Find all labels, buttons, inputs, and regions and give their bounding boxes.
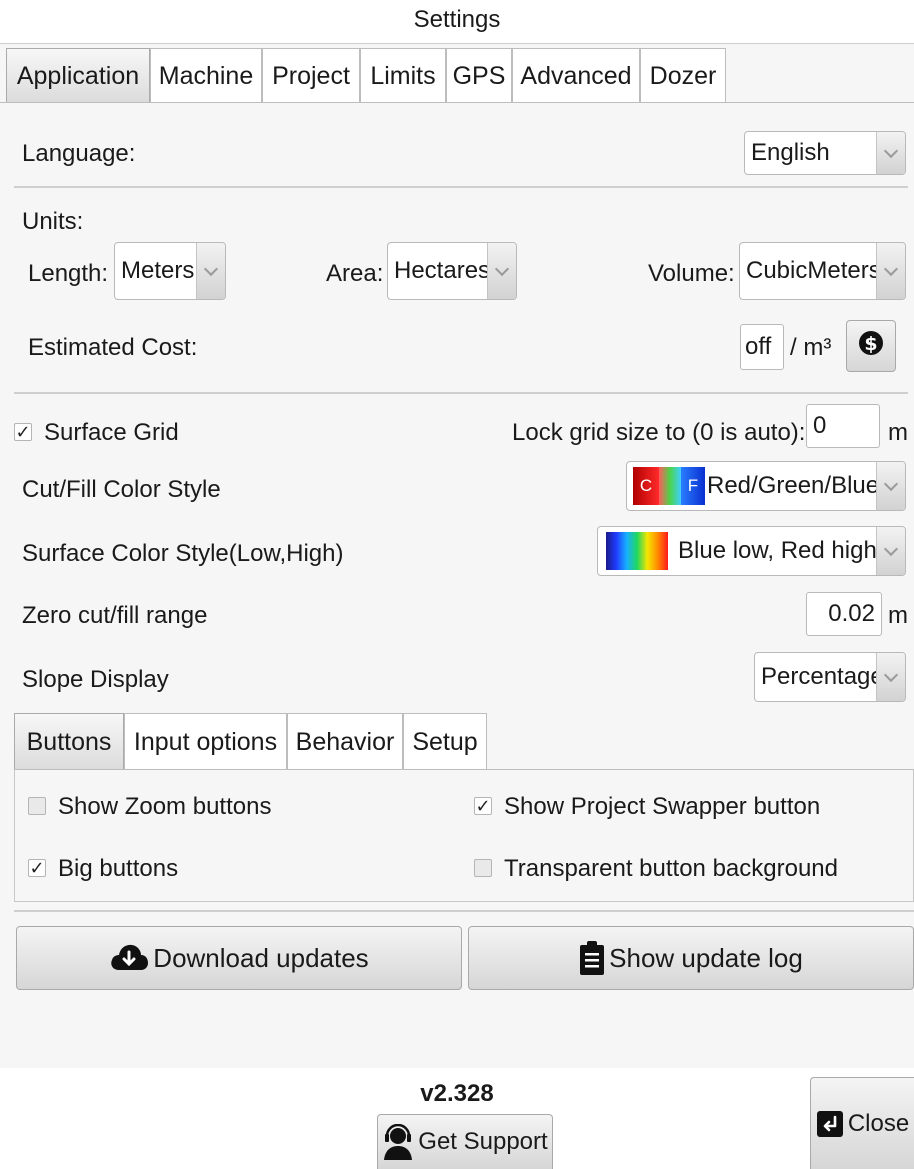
lock-grid-label: Lock grid size to (0 is auto): (512, 419, 806, 446)
cutfill-style-label: Cut/Fill Color Style (22, 476, 221, 503)
tab-bar-divider (0, 102, 914, 103)
currency-icon: $ (857, 329, 885, 364)
divider (14, 910, 914, 912)
surface-grid-label: Surface Grid (44, 419, 179, 446)
show-swapper-checkbox[interactable]: ✓ (474, 797, 492, 815)
volume-label: Volume: (648, 260, 735, 287)
chevron-down-icon (876, 243, 905, 299)
cutfill-swatch: C F (633, 467, 705, 505)
chevron-down-icon (196, 243, 225, 299)
transparent-bg-checkbox[interactable] (474, 859, 492, 877)
units-heading: Units: (22, 208, 84, 235)
chevron-down-icon (876, 462, 905, 510)
chevron-down-icon (876, 132, 905, 174)
chevron-down-icon (487, 243, 516, 299)
download-updates-button[interactable]: Download updates (16, 926, 462, 990)
subtab-buttons[interactable]: Buttons (14, 713, 124, 769)
divider (14, 392, 908, 394)
language-select[interactable]: English (744, 131, 906, 175)
settings-panel: Application Machine Project Limits GPS A… (0, 43, 914, 1068)
tab-application[interactable]: Application (6, 48, 150, 102)
subtab-setup[interactable]: Setup (403, 713, 487, 769)
download-updates-label: Download updates (153, 942, 369, 973)
support-agent-icon (382, 1124, 414, 1160)
big-buttons-label: Big buttons (58, 855, 179, 882)
show-zoom-label: Show Zoom buttons (58, 793, 272, 820)
cloud-download-icon (109, 942, 149, 974)
currency-button[interactable]: $ (846, 320, 896, 372)
area-label: Area: (326, 260, 384, 287)
zero-range-input[interactable]: 0.02 (806, 592, 882, 636)
transparent-bg-label: Transparent button background (504, 855, 838, 882)
tab-dozer[interactable]: Dozer (640, 48, 726, 102)
slope-display-label: Slope Display (22, 666, 169, 693)
clipboard-list-icon (579, 940, 605, 976)
surface-gradient-swatch (606, 532, 668, 570)
surface-style-label: Surface Color Style(Low,High) (22, 540, 344, 567)
area-select[interactable]: Hectares (387, 242, 517, 300)
zero-range-label: Zero cut/fill range (22, 602, 208, 629)
tab-machine[interactable]: Machine (150, 48, 262, 102)
length-value: Meters (121, 257, 195, 284)
subtab-behavior[interactable]: Behavior (287, 713, 403, 769)
length-select[interactable]: Meters (114, 242, 226, 300)
show-update-log-label: Show update log (609, 942, 803, 973)
show-zoom-checkbox[interactable] (28, 797, 46, 815)
subtab-input-options[interactable]: Input options (124, 713, 287, 769)
surface-style-value: Blue low, Red high (678, 537, 877, 564)
tab-gps[interactable]: GPS (446, 48, 512, 102)
chevron-down-icon (876, 653, 905, 701)
surface-style-select[interactable]: Blue low, Red high (597, 526, 906, 576)
estimated-cost-input[interactable]: off (740, 324, 784, 370)
close-button[interactable]: Close (810, 1077, 914, 1169)
cutfill-style-select[interactable]: C F Red/Green/Blue (626, 461, 906, 511)
chevron-down-icon (876, 527, 905, 575)
language-label: Language: (22, 140, 136, 167)
slope-display-value: Percentage (761, 663, 884, 690)
volume-select[interactable]: CubicMeters (739, 242, 906, 300)
tab-limits[interactable]: Limits (360, 48, 446, 102)
big-buttons-checkbox[interactable]: ✓ (28, 859, 46, 877)
show-update-log-button[interactable]: Show update log (468, 926, 914, 990)
cutfill-style-value: Red/Green/Blue (707, 472, 880, 499)
window-title: Settings (413, 6, 501, 33)
exit-icon (816, 1110, 844, 1138)
divider (14, 186, 908, 188)
volume-value: CubicMeters (746, 257, 881, 284)
cut-letter: C (633, 467, 659, 505)
lock-grid-input[interactable]: 0 (806, 404, 880, 448)
tab-advanced[interactable]: Advanced (512, 48, 640, 102)
tab-project[interactable]: Project (262, 48, 360, 102)
lock-grid-unit: m (888, 419, 908, 446)
show-swapper-label: Show Project Swapper button (504, 793, 821, 820)
area-value: Hectares (394, 257, 491, 284)
length-label: Length: (28, 260, 109, 287)
slope-display-select[interactable]: Percentage (754, 652, 906, 702)
version-label: v2.328 (420, 1080, 494, 1107)
fill-letter: F (681, 467, 705, 505)
cost-unit: / m³ (790, 334, 832, 361)
surface-grid-checkbox[interactable]: ✓ (14, 423, 32, 441)
get-support-button[interactable]: Get Support (377, 1114, 553, 1169)
svg-text:$: $ (864, 333, 877, 355)
zero-range-unit: m (888, 602, 908, 629)
close-label: Close (847, 1109, 910, 1137)
get-support-label: Get Support (418, 1128, 548, 1155)
language-value: English (751, 139, 830, 166)
estimated-cost-label: Estimated Cost: (28, 334, 198, 361)
